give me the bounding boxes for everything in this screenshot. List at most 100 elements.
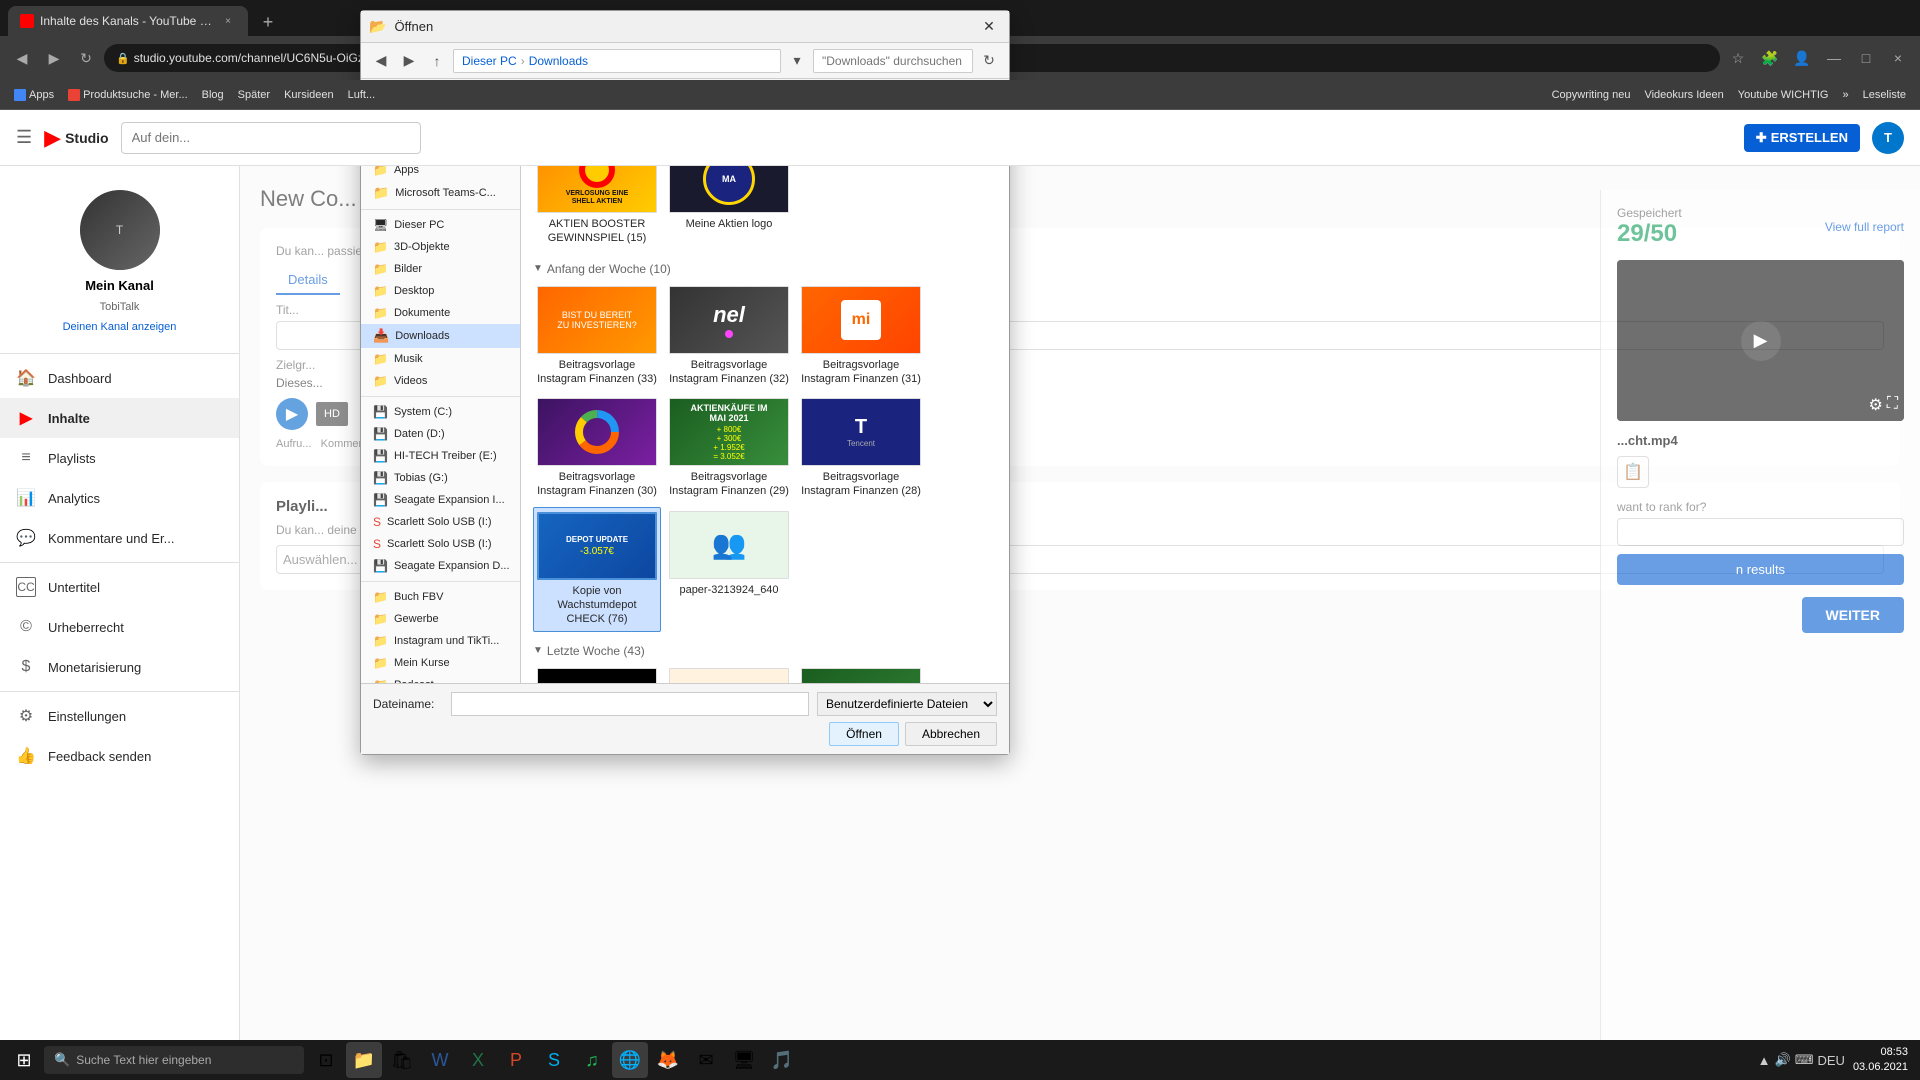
fullscreen-icon[interactable]: ⛶ <box>1887 395 1898 415</box>
start-button[interactable]: ⊞ <box>4 1042 44 1078</box>
dialog-up-button[interactable]: ↑ <box>425 49 449 73</box>
file-beitrag-29[interactable]: AKTIENKÄUFE IMMAI 2021 + 800€+ 300€+ 1.9… <box>665 394 793 503</box>
back-button[interactable]: ◀ <box>8 44 36 72</box>
file-etf-depot[interactable]: 📁 📄 ETF Depot <box>665 664 793 683</box>
file-beitrag-32[interactable]: nel Beitragsvorlage Instagram Finanzen (… <box>665 282 793 391</box>
dialog-dropdown-button[interactable]: ▾ <box>785 49 809 73</box>
bookmark-apps[interactable]: Apps <box>8 87 60 103</box>
dialog-close-button[interactable]: ✕ <box>977 15 1001 39</box>
sidenav-videos[interactable]: 📁 Videos <box>361 370 520 392</box>
taskbar-app-word[interactable]: W <box>422 1042 458 1078</box>
sidenav-seagate-1[interactable]: 💾 Seagate Expansion I... <box>361 489 520 511</box>
sidenav-seagate-2[interactable]: 💾 Seagate Expansion D... <box>361 555 520 577</box>
sidebar-item-playlists[interactable]: ≡ Playlists <box>0 438 239 478</box>
taskbar-app-powerpoint[interactable]: P <box>498 1042 534 1078</box>
sidenav-3d-objekte[interactable]: 📁 3D-Objekte <box>361 236 520 258</box>
sidebar-item-dashboard[interactable]: 🏠 Dashboard <box>0 358 239 398</box>
file-beitrag-28[interactable]: T Tencent Beitragsvorlage Instagram Fina… <box>797 394 925 503</box>
file-beitrag-33[interactable]: BIST DU BEREITZU INVESTIEREN? Beitragsvo… <box>533 282 661 391</box>
sidenav-tobias-g[interactable]: 💾 Tobias (G:) <box>361 467 520 489</box>
tab-close-button[interactable]: × <box>220 13 236 29</box>
filename-input[interactable] <box>451 692 809 716</box>
user-avatar[interactable]: T <box>1872 122 1904 154</box>
sidenav-mein-kurse[interactable]: 📁 Mein Kurse <box>361 652 520 674</box>
maximize-button[interactable]: □ <box>1852 44 1880 72</box>
sidenav-bilder[interactable]: 📁 Bilder <box>361 258 520 280</box>
taskbar-app-music[interactable]: 🎵 <box>764 1042 800 1078</box>
hamburger-menu[interactable]: ☰ <box>16 127 32 148</box>
section-letzte-header[interactable]: ▼ Letzte Woche (43) <box>529 640 1001 664</box>
filetype-select[interactable]: Benutzerdefinierte Dateien <box>817 692 997 716</box>
bookmark-spaeter[interactable]: Später <box>232 87 276 103</box>
file-gewinn[interactable]: MEINE GEWINNENIM MAI 2021 <box>797 664 925 683</box>
minimize-button[interactable]: — <box>1820 44 1848 72</box>
weiter-button[interactable]: WEITER <box>1802 597 1904 633</box>
taskbar-app-excel[interactable]: X <box>460 1042 496 1078</box>
taskbar-app-skype[interactable]: S <box>536 1042 572 1078</box>
bookmark-blog[interactable]: Blog <box>196 87 230 103</box>
new-tab-button[interactable]: + <box>254 8 282 36</box>
dialog-breadcrumb[interactable]: Dieser PC › Downloads <box>453 49 781 73</box>
sidenav-hitech[interactable]: 💾 HI-TECH Treiber (E:) <box>361 445 520 467</box>
sidebar-item-untertitel[interactable]: CC Untertitel <box>0 567 239 607</box>
bookmark-videokurs[interactable]: Videokurs Ideen <box>1638 87 1729 103</box>
sidebar-item-einstellungen[interactable]: ⚙ Einstellungen <box>0 696 239 736</box>
taskbar-app-explorer[interactable]: 📁 <box>346 1042 382 1078</box>
sidebar-item-feedback[interactable]: 👍 Feedback senden <box>0 736 239 776</box>
sidenav-daten-d[interactable]: 💾 Daten (D:) <box>361 423 520 445</box>
bookmark-produktsuche[interactable]: Produktsuche - Mer... <box>62 87 194 103</box>
sidenav-buch-fbv[interactable]: 📁 Buch FBV <box>361 586 520 608</box>
optimize-button[interactable]: n results <box>1617 554 1904 585</box>
bookmark-youtube[interactable]: Youtube WICHTIG <box>1732 87 1835 103</box>
tray-expand-icon[interactable]: ▲ <box>1758 1053 1771 1068</box>
breadcrumb-pc[interactable]: Dieser PC <box>462 54 517 68</box>
taskbar-app-monitor[interactable]: 🖥 <box>726 1042 762 1078</box>
keyboard-icon[interactable]: ⌨ <box>1795 1052 1814 1068</box>
file-beitrag-31[interactable]: mi Beitragsvorlage Instagram Finanzen (3… <box>797 282 925 391</box>
sidenav-system-c[interactable]: 💾 System (C:) <box>361 401 520 423</box>
sidenav-musik[interactable]: 📁 Musik <box>361 348 520 370</box>
sidenav-scarlett-2[interactable]: S Scarlett Solo USB (I:) <box>361 533 520 555</box>
sidebar-item-urheberrecht[interactable]: © Urheberrecht <box>0 607 239 647</box>
taskbar-app-chrome[interactable]: 🌐 <box>612 1042 648 1078</box>
sidebar-item-kommentare[interactable]: 💬 Kommentare und Er... <box>0 518 239 558</box>
dialog-back-button[interactable]: ◀ <box>369 49 393 73</box>
bookmark-leseliste[interactable]: Leseliste <box>1857 87 1912 103</box>
sidenav-podcast[interactable]: 📁 Podcast <box>361 674 520 683</box>
taskbar-app-store[interactable]: 🛍 <box>384 1042 420 1078</box>
file-paper[interactable]: 👥 paper-3213924_640 <box>665 507 793 632</box>
sidenav-dokumente[interactable]: 📁 Dokumente <box>361 302 520 324</box>
play-button[interactable]: ▶ <box>276 398 308 430</box>
dialog-search-input[interactable] <box>813 49 973 73</box>
sidenav-downloads[interactable]: 📥 Downloads <box>361 324 520 348</box>
file-werbeanzeige[interactable]: Ich bin eine Werbeanzeige Ich bin eine W… <box>533 664 661 683</box>
tab-details[interactable]: Details <box>276 266 340 295</box>
taskbar-app-mail[interactable]: ✉ <box>688 1042 724 1078</box>
sidenav-desktop[interactable]: 📁 Desktop <box>361 280 520 302</box>
breadcrumb-downloads[interactable]: Downloads <box>529 54 588 68</box>
sidebar-item-inhalte[interactable]: ▶ Inhalte <box>0 398 239 438</box>
sidenav-gewerbe[interactable]: 📁 Gewerbe <box>361 608 520 630</box>
bookmark-kursideen[interactable]: Kursideen <box>278 87 340 103</box>
sidenav-instagram[interactable]: 📁 Instagram und TikTi... <box>361 630 520 652</box>
active-tab[interactable]: Inhalte des Kanals - YouTube Stu... × <box>8 6 248 36</box>
bookmark-button[interactable]: ☆ <box>1724 44 1752 72</box>
taskbar-app-firefox[interactable]: 🦊 <box>650 1042 686 1078</box>
bookmark-more[interactable]: » <box>1836 87 1854 103</box>
bookmark-copywriting[interactable]: Copywriting neu <box>1546 87 1637 103</box>
taskbar-clock[interactable]: 08:53 03.06.2021 <box>1853 1045 1908 1076</box>
forward-button[interactable]: ▶ <box>40 44 68 72</box>
reload-button[interactable]: ↻ <box>72 44 100 72</box>
language-icon[interactable]: DEU <box>1817 1053 1844 1068</box>
studio-search-input[interactable] <box>121 122 421 154</box>
sidenav-teams[interactable]: 📁 Microsoft Teams-C... <box>361 181 520 205</box>
settings-icon[interactable]: ⚙ <box>1868 395 1882 415</box>
create-button[interactable]: ✚ ERSTELLEN <box>1744 124 1860 152</box>
channel-link[interactable]: Deinen Kanal anzeigen <box>63 321 177 333</box>
video-play-btn[interactable]: ▶ <box>1741 321 1781 361</box>
dialog-refresh-button[interactable]: ↻ <box>977 49 1001 73</box>
sidebar-item-monetarisierung[interactable]: $ Monetarisierung <box>0 647 239 687</box>
sidenav-dieser-pc[interactable]: 🖥 Dieser PC <box>361 214 520 236</box>
open-button[interactable]: Öffnen <box>829 722 899 746</box>
bookmark-luft[interactable]: Luft... <box>342 87 382 103</box>
